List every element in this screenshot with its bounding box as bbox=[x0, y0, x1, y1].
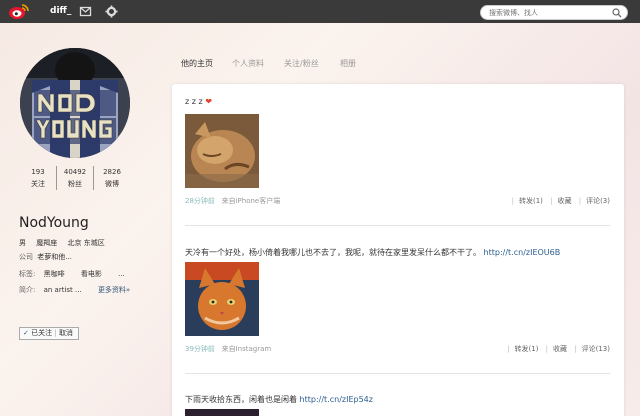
post-meta: 39分钟前 来自Instagram bbox=[185, 344, 271, 354]
followed-label: 已关注 bbox=[31, 329, 53, 337]
stat-posts-label: 微博 bbox=[105, 180, 119, 188]
post-link[interactable]: http://t.cn/zIEOU6B bbox=[484, 248, 561, 257]
comment-button[interactable]: 评论(3) bbox=[586, 197, 610, 205]
nav-home-link[interactable]: diff_ bbox=[50, 6, 71, 16]
bio-label: 简介: bbox=[19, 286, 36, 294]
repost-button[interactable]: 转发(1) bbox=[519, 197, 543, 205]
source-prefix: 来自 bbox=[221, 345, 236, 353]
post-text: z z z ❤ bbox=[185, 97, 212, 106]
top-navigation-bar: diff_ bbox=[0, 0, 640, 23]
repost-button[interactable]: 转发(1) bbox=[515, 345, 539, 353]
gear-icon[interactable] bbox=[105, 5, 118, 18]
favorite-button[interactable]: 收藏 bbox=[557, 197, 571, 205]
source-prefix: 来自 bbox=[221, 197, 236, 205]
tab-album[interactable]: 相册 bbox=[340, 58, 356, 69]
tab-follow[interactable]: 关注/粉丝 bbox=[284, 58, 319, 69]
post-link[interactable]: http://t.cn/zIEp54z bbox=[300, 395, 373, 404]
post-actions: | 转发(1) | 收藏 | 评论(13) bbox=[507, 345, 610, 353]
avatar-photo bbox=[20, 48, 130, 158]
profile-bio: 简介: an artist ... 更多资料» bbox=[19, 285, 138, 295]
post-source[interactable]: iPhone客户端 bbox=[236, 197, 281, 205]
company-text: 老萝和他... bbox=[37, 253, 72, 261]
post-time[interactable]: 28分钟前 bbox=[185, 197, 215, 205]
post-content: z z z bbox=[185, 97, 203, 106]
post-text: 天冷有一个好处，杨小倚着我哪儿也不去了，我呢，就待在家里发呆什么都不干了。 ht… bbox=[185, 247, 560, 258]
stat-posts-count: 2826 bbox=[103, 168, 121, 176]
comment-button[interactable]: 评论(13) bbox=[582, 345, 610, 353]
stat-posts[interactable]: 2826 微博 bbox=[93, 166, 130, 190]
favorite-button[interactable]: 收藏 bbox=[553, 345, 567, 353]
profile-tags: 标签: 黑咖啡 看电影 ... bbox=[19, 269, 133, 279]
post-divider bbox=[185, 373, 610, 374]
stat-followers-count: 40492 bbox=[63, 168, 87, 176]
message-icon[interactable] bbox=[79, 5, 92, 18]
profile-username: NodYoung bbox=[19, 215, 89, 231]
post-meta: 28分钟前 来自iPhone客户端 bbox=[185, 196, 280, 206]
post-text: 下雨天收拾东西，闲着也是闲着 http://t.cn/zIEp54z bbox=[185, 394, 373, 405]
gender-text: 男 bbox=[19, 239, 26, 247]
location-text: 北京 东城区 bbox=[67, 239, 105, 247]
tag-more[interactable]: ... bbox=[118, 270, 125, 278]
stat-following-label: 关注 bbox=[31, 180, 45, 188]
stat-followers-label: 粉丝 bbox=[68, 180, 82, 188]
follow-status-button[interactable]: ✓ 已关注 | 取消 bbox=[19, 327, 79, 340]
post-time[interactable]: 39分钟前 bbox=[185, 345, 215, 353]
stat-followers[interactable]: 40492 粉丝 bbox=[56, 166, 93, 190]
profile-stats: 193 关注 40492 粉丝 2826 微博 bbox=[20, 166, 130, 190]
tag-item[interactable]: 看电影 bbox=[81, 270, 102, 278]
company-label: 公司 bbox=[19, 253, 33, 261]
post-source[interactable]: Instagram bbox=[236, 345, 272, 353]
avatar[interactable] bbox=[20, 48, 130, 158]
post-image[interactable] bbox=[185, 114, 259, 188]
post-content: 下雨天收拾东西，闲着也是闲着 bbox=[185, 395, 297, 404]
post-image[interactable] bbox=[185, 262, 259, 336]
profile-company-info: 公司 老萝和他... bbox=[19, 252, 80, 262]
search-icon[interactable] bbox=[612, 8, 622, 18]
weibo-logo-icon[interactable] bbox=[8, 3, 30, 20]
search-input[interactable] bbox=[489, 8, 609, 18]
unfollow-link[interactable]: 取消 bbox=[59, 329, 73, 337]
post-divider bbox=[185, 225, 610, 226]
search-box[interactable] bbox=[480, 5, 628, 20]
stat-following[interactable]: 193 关注 bbox=[20, 166, 56, 190]
post-image[interactable] bbox=[185, 409, 259, 416]
zodiac-text: 魔羯座 bbox=[36, 239, 58, 247]
checkmark-icon: ✓ bbox=[23, 329, 29, 337]
heart-icon: ❤ bbox=[205, 97, 212, 106]
post-actions: | 转发(1) | 收藏 | 评论(3) bbox=[511, 197, 610, 205]
tag-item[interactable]: 黑咖啡 bbox=[44, 270, 65, 278]
orange-cat-photo bbox=[185, 262, 259, 336]
sleeping-cat-photo bbox=[185, 114, 259, 188]
tab-home[interactable]: 他的主页 bbox=[181, 58, 213, 69]
tags-label: 标签: bbox=[19, 270, 36, 278]
profile-basic-info: 男 魔羯座 北京 东城区 bbox=[19, 238, 113, 248]
tab-profile[interactable]: 个人资料 bbox=[232, 58, 264, 69]
feed-panel: z z z ❤ 28分钟前 来自iPhone客户端 | 转发(1) | 收藏 | 评论… bbox=[172, 84, 624, 416]
stat-following-count: 193 bbox=[31, 168, 45, 176]
more-info-link[interactable]: 更多资料» bbox=[98, 286, 130, 294]
bio-text: an artist ... bbox=[43, 286, 82, 294]
post-content: 天冷有一个好处，杨小倚着我哪儿也不去了，我呢，就待在家里发呆什么都不干了。 bbox=[185, 248, 481, 257]
